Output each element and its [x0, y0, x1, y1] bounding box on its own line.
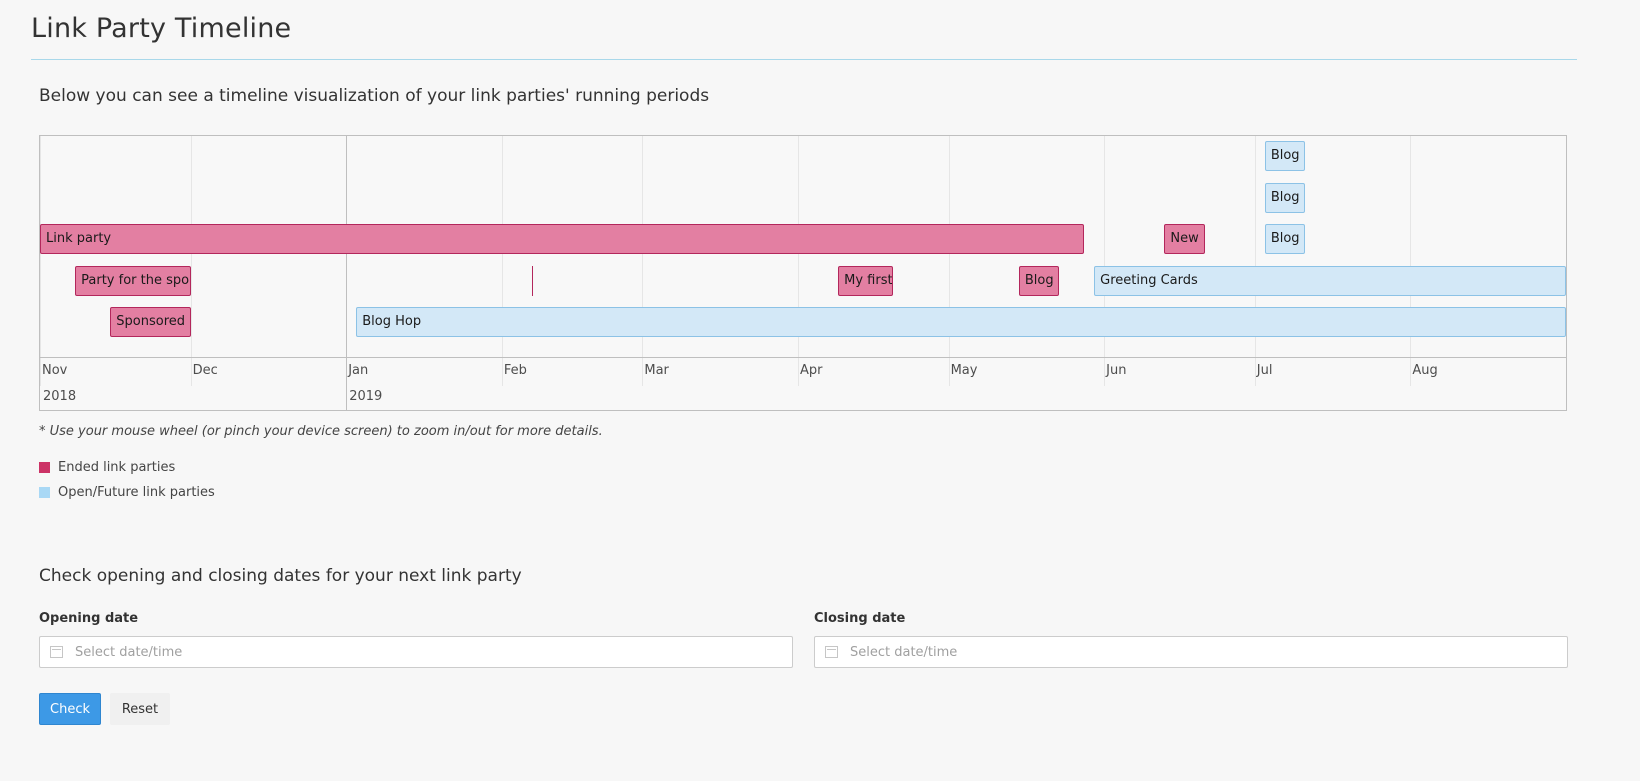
legend-label-open: Open/Future link parties — [58, 485, 215, 500]
timeline-axis — [40, 357, 1566, 358]
timeline-month-label: Nov — [42, 363, 68, 378]
timeline-month-label: Apr — [799, 363, 823, 378]
page-title: Link Party Timeline — [31, 13, 292, 44]
timeline-month-label: May — [950, 363, 978, 378]
opening-date-field[interactable] — [39, 636, 793, 668]
check-section-title: Check opening and closing dates for your… — [39, 566, 522, 586]
timeline-month-label: Mar — [644, 363, 669, 378]
timeline-item[interactable]: Blog — [1264, 224, 1305, 254]
calendar-icon — [50, 646, 63, 658]
check-button[interactable]: Check — [39, 693, 101, 725]
closing-date-label: Closing date — [814, 611, 906, 626]
timeline-item[interactable]: Link party — [40, 224, 1085, 254]
title-divider — [31, 59, 1577, 60]
timeline-gridline — [642, 136, 644, 386]
timeline-gridline — [1254, 136, 1256, 386]
timeline-year-label: 2019 — [349, 389, 383, 404]
timeline-gridline — [190, 136, 192, 386]
timeline-item[interactable]: Greeting Cards — [1094, 265, 1566, 296]
legend-swatch-ended — [39, 462, 50, 473]
timeline-item[interactable]: Party for the sponsored posts — [75, 265, 191, 296]
reset-button[interactable]: Reset — [110, 693, 170, 725]
timeline-item[interactable]: Blog — [1018, 265, 1059, 296]
calendar-icon — [825, 646, 838, 658]
timeline-intro: Below you can see a timeline visualizati… — [39, 86, 710, 106]
timeline-gridline — [1410, 136, 1412, 386]
timeline-item[interactable]: Blog Hop — [356, 307, 1566, 337]
timeline-item[interactable]: Blog — [1264, 141, 1305, 171]
timeline-year-label: 2018 — [43, 389, 77, 404]
timeline-item[interactable]: New — [1164, 224, 1205, 254]
opening-date-input[interactable] — [73, 643, 792, 661]
opening-date-label: Opening date — [39, 611, 139, 626]
zoom-note: * Use your mouse wheel (or pinch your de… — [39, 424, 603, 439]
timeline-month-label: Jul — [1256, 363, 1273, 378]
timeline-month-label: Jun — [1106, 363, 1127, 378]
timeline-item[interactable]: My first link party — [838, 265, 894, 296]
timeline-gridline — [1104, 136, 1106, 386]
timeline-gridline — [501, 136, 503, 386]
closing-date-input[interactable] — [848, 643, 1567, 661]
legend-item-open: Open/Future link parties — [39, 485, 215, 500]
closing-date-field[interactable] — [814, 636, 1568, 668]
timeline-month-label: Dec — [192, 363, 218, 378]
timeline-month-label: Jan — [348, 363, 369, 378]
timeline-item[interactable]: Blog — [1264, 182, 1305, 213]
timeline-gridline — [40, 136, 41, 386]
timeline-month-label: Aug — [1412, 363, 1438, 378]
timeline-item[interactable]: Sponsored — [110, 307, 191, 337]
timeline-chart[interactable]: Nov Dec Jan Feb Mar Apr May Jun Jul Aug 2018 2019 Bl… — [39, 135, 1567, 411]
legend-item-ended: Ended link parties — [39, 460, 175, 475]
timeline-gridline — [797, 136, 799, 386]
timeline-gridline — [948, 136, 950, 386]
timeline-item[interactable] — [531, 265, 533, 296]
legend-label-ended: Ended link parties — [58, 460, 176, 475]
timeline-month-label: Feb — [503, 363, 527, 378]
legend-swatch-open — [39, 487, 50, 498]
